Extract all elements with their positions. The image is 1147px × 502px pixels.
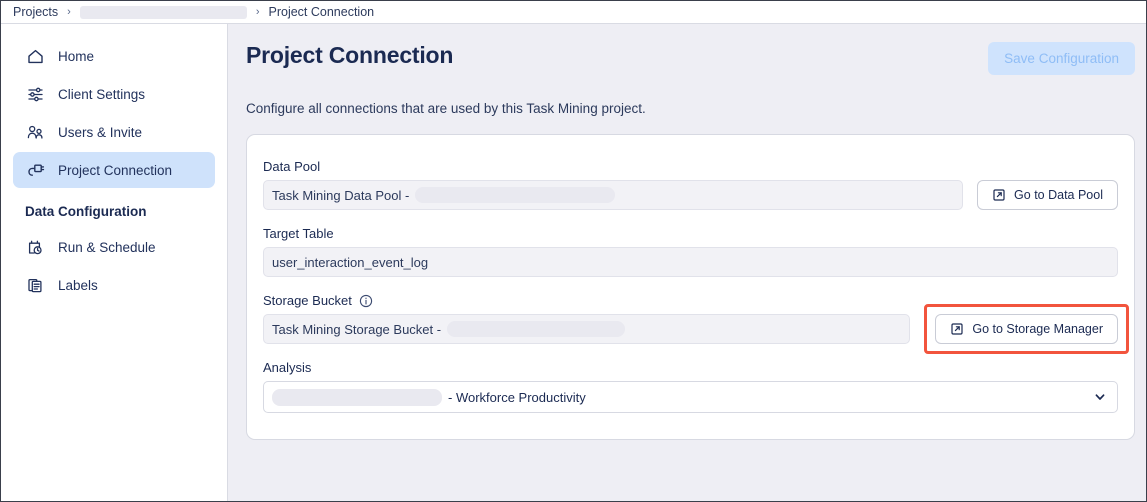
field-target-table: Target Table user_interaction_event_log (263, 226, 1118, 277)
app-window: Projects › › Project Connection Home Cli… (0, 0, 1147, 502)
go-to-storage-manager-button[interactable]: Go to Storage Manager (935, 314, 1118, 344)
storage-bucket-redacted-value (447, 321, 626, 337)
storage-bucket-row: Task Mining Storage Bucket - Go to Stora… (263, 304, 1129, 354)
analysis-redacted-value (272, 388, 442, 406)
sidebar-item-label: Project Connection (58, 162, 173, 178)
storage-manager-highlight-annotation: Go to Storage Manager (924, 304, 1129, 354)
main-content: Project Connection Save Configuration Co… (228, 24, 1146, 501)
sidebar-item-label: Users & Invite (58, 124, 143, 140)
sidebar-item-label: Home (58, 48, 95, 64)
page-header: Project Connection Save Configuration (246, 42, 1136, 75)
sidebar-item-home[interactable]: Home (13, 38, 215, 74)
breadcrumb-redacted-project[interactable] (79, 5, 247, 19)
data-pool-input[interactable]: Task Mining Data Pool - (263, 180, 964, 210)
data-pool-row: Task Mining Data Pool - Go to Data Pool (263, 180, 1118, 210)
breadcrumb-separator-1: › (67, 6, 71, 18)
storage-bucket-label-text: Storage Bucket (263, 293, 352, 308)
body-container: Home Client Settings Users & Invite Proj… (1, 24, 1146, 501)
sidebar-item-run-schedule[interactable]: Run & Schedule (13, 229, 215, 265)
breadcrumb-current: Project Connection (268, 5, 375, 19)
connection-settings-card: Data Pool Task Mining Data Pool - Go to … (246, 134, 1135, 440)
field-analysis: Analysis - Workforce Productivity (263, 360, 1118, 413)
go-to-data-pool-label: Go to Data Pool (1014, 188, 1103, 202)
data-pool-value: Task Mining Data Pool - (272, 187, 410, 203)
page-title: Project Connection (246, 42, 454, 68)
sidebar-item-project-connection[interactable]: Project Connection (13, 152, 215, 188)
page-description: Configure all connections that are used … (246, 101, 646, 116)
home-icon (25, 46, 45, 66)
field-data-pool: Data Pool Task Mining Data Pool - Go to … (263, 159, 1118, 210)
analysis-label: Analysis (263, 360, 312, 375)
sidebar-item-label: Labels (58, 277, 98, 293)
documents-icon (25, 275, 45, 295)
connection-plug-icon (25, 160, 45, 180)
info-circle-icon[interactable] (359, 294, 373, 308)
target-table-value: user_interaction_event_log (272, 254, 429, 270)
chevron-down-icon[interactable] (1093, 390, 1107, 404)
breadcrumb-projects[interactable]: Projects (13, 5, 58, 19)
target-table-label: Target Table (263, 226, 334, 241)
users-icon (25, 122, 45, 142)
storage-bucket-value: Task Mining Storage Bucket - (272, 321, 442, 337)
field-storage-bucket: Storage Bucket Task Mining Storage Bucke… (263, 293, 1129, 354)
external-link-icon (950, 322, 964, 336)
sidebar: Home Client Settings Users & Invite Proj… (1, 24, 228, 501)
sidebar-item-users-invite[interactable]: Users & Invite (13, 114, 215, 150)
data-pool-label: Data Pool (263, 159, 321, 174)
analysis-select[interactable]: - Workforce Productivity (263, 381, 1118, 413)
analysis-value-text: - Workforce Productivity (448, 389, 586, 405)
sidebar-section-data-configuration: Data Configuration (25, 204, 147, 219)
go-to-storage-manager-label: Go to Storage Manager (972, 322, 1103, 336)
data-pool-redacted-value (415, 187, 616, 203)
sidebar-item-client-settings[interactable]: Client Settings (13, 76, 215, 112)
breadcrumb: Projects › › Project Connection (1, 1, 1146, 24)
analysis-selected-value: - Workforce Productivity (272, 388, 586, 406)
external-link-icon (992, 188, 1006, 202)
sidebar-item-labels[interactable]: Labels (13, 267, 215, 303)
go-to-data-pool-button[interactable]: Go to Data Pool (977, 180, 1118, 210)
sidebar-item-label: Run & Schedule (58, 239, 156, 255)
sliders-icon (25, 84, 45, 104)
sidebar-item-label: Client Settings (58, 86, 146, 102)
storage-bucket-input[interactable]: Task Mining Storage Bucket - (263, 314, 911, 344)
breadcrumb-separator-2: › (255, 6, 260, 18)
target-table-input[interactable]: user_interaction_event_log (263, 247, 1118, 277)
calendar-clock-icon (25, 237, 45, 257)
save-configuration-button[interactable]: Save Configuration (988, 42, 1135, 75)
